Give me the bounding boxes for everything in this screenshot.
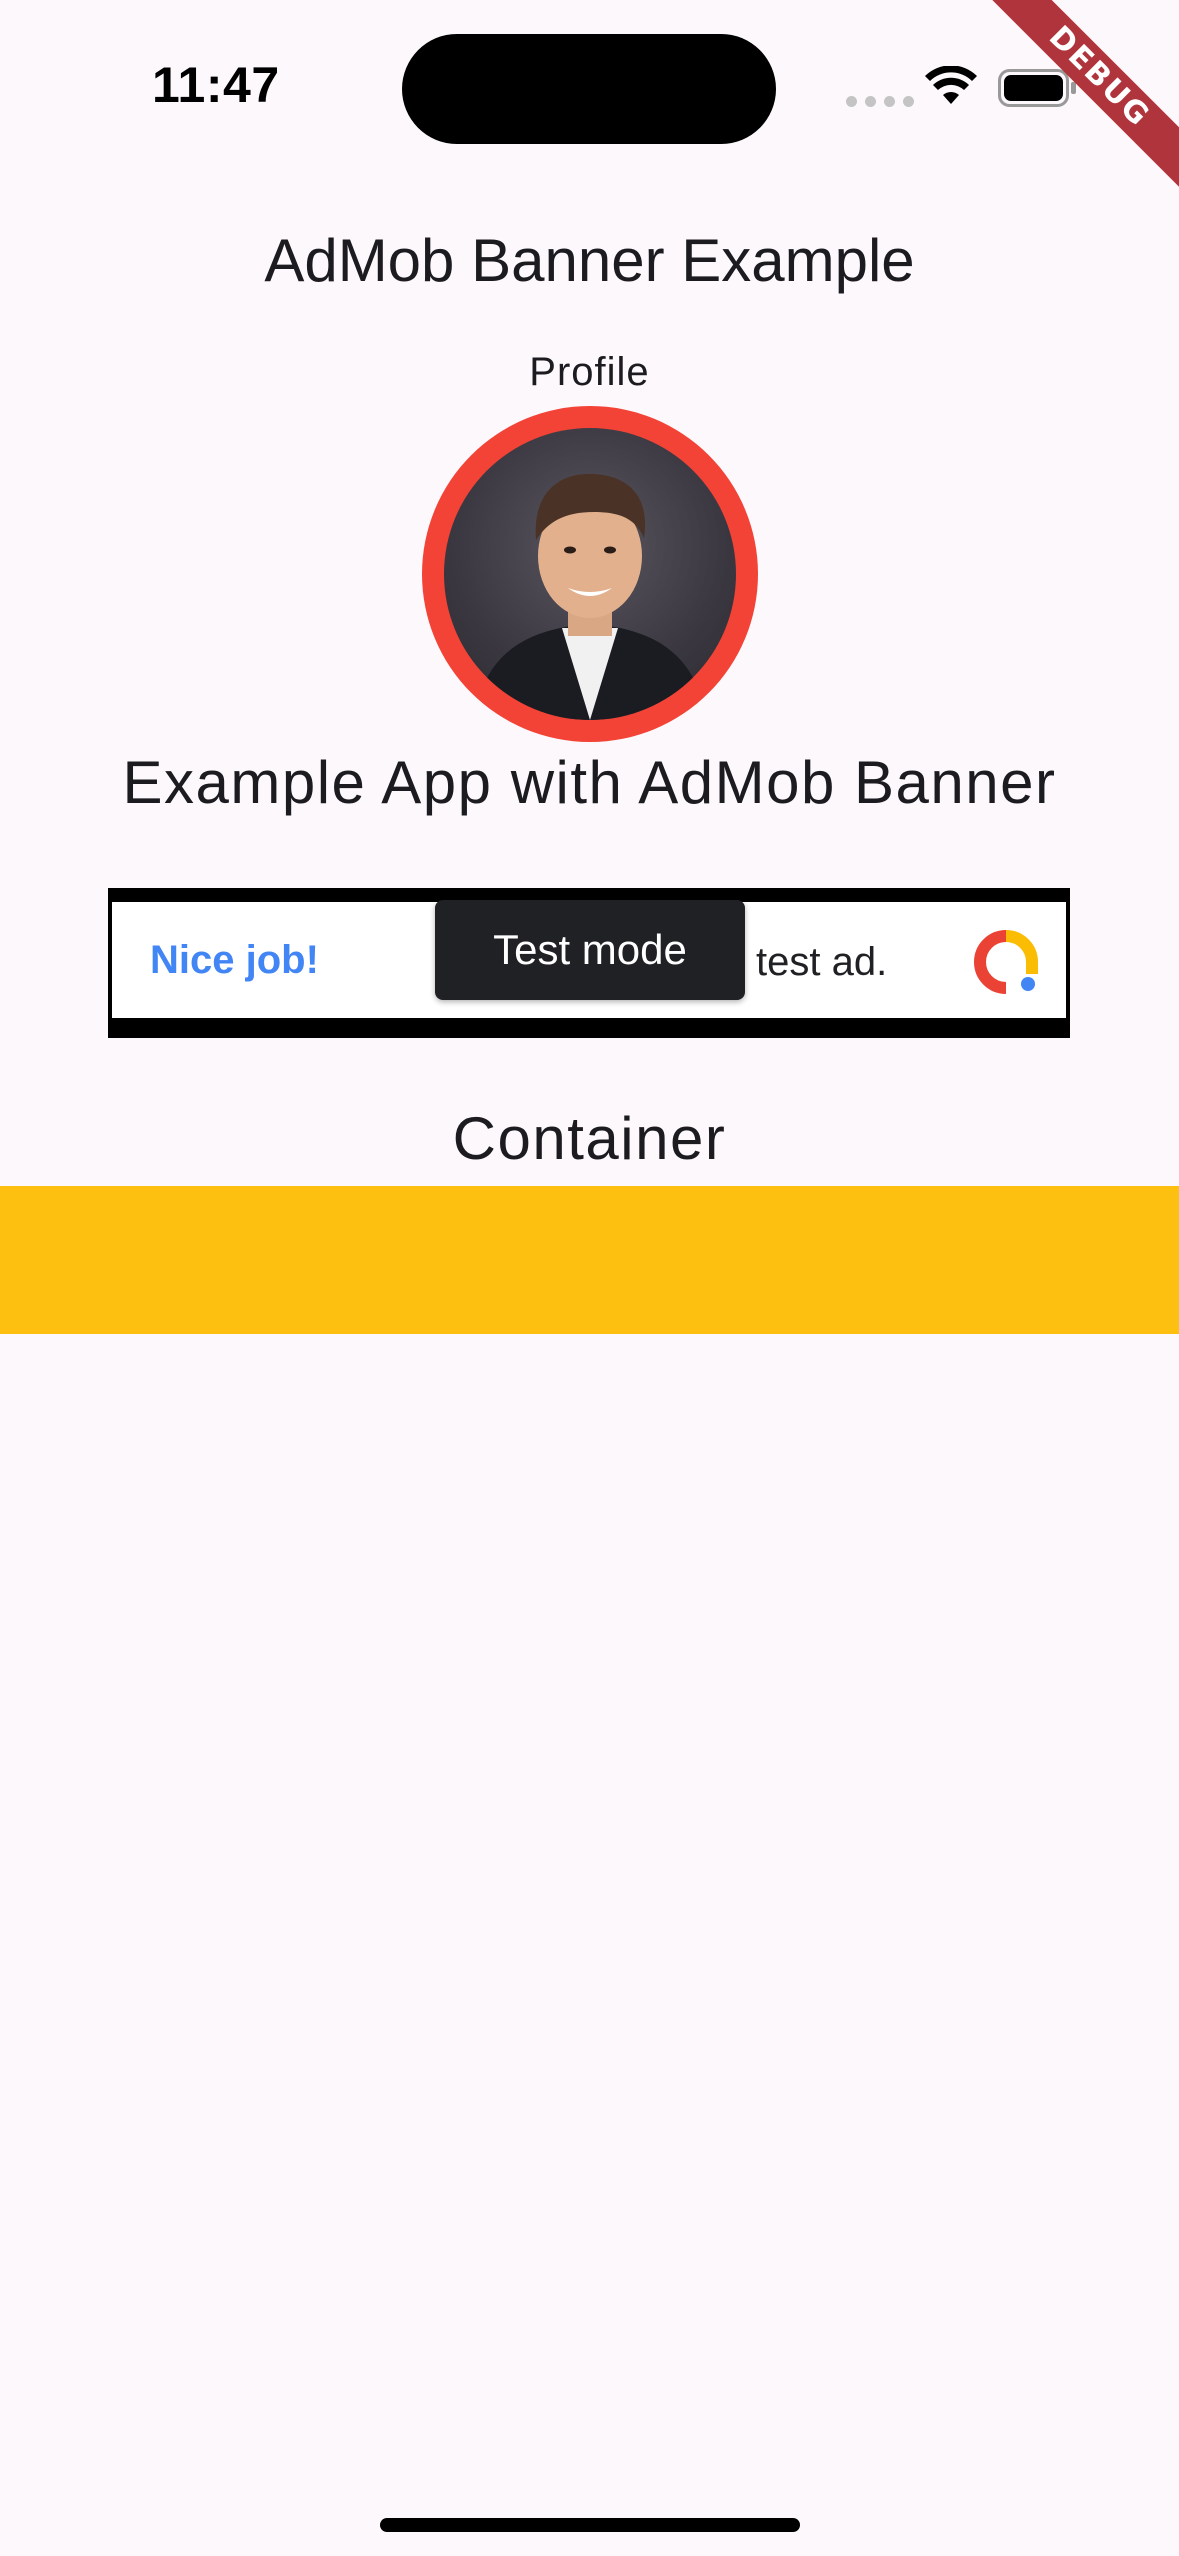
- dynamic-island: [402, 34, 776, 144]
- container-bar: [0, 1186, 1179, 1334]
- page-title: AdMob Banner Example: [264, 227, 915, 294]
- container-label: Container: [452, 1105, 727, 1172]
- status-time: 11:47: [152, 57, 280, 113]
- app-screen: 11:47 DEBUG AdMob Banner Example Profile: [0, 0, 1179, 2556]
- avatar: [422, 406, 758, 742]
- profile-label: Profile: [529, 350, 650, 394]
- wifi-icon: [925, 66, 977, 104]
- test-mode-label: Test mode: [435, 900, 745, 1000]
- avatar-photo: [444, 428, 736, 720]
- home-indicator[interactable]: [380, 2518, 800, 2532]
- subtitle: Example App with AdMob Banner: [122, 749, 1057, 816]
- ad-headline[interactable]: Nice job!: [150, 938, 319, 983]
- cellular-signal-icon: [846, 96, 914, 107]
- admob-logo-icon[interactable]: [974, 930, 1038, 994]
- ad-body-text[interactable]: test ad.: [756, 940, 887, 985]
